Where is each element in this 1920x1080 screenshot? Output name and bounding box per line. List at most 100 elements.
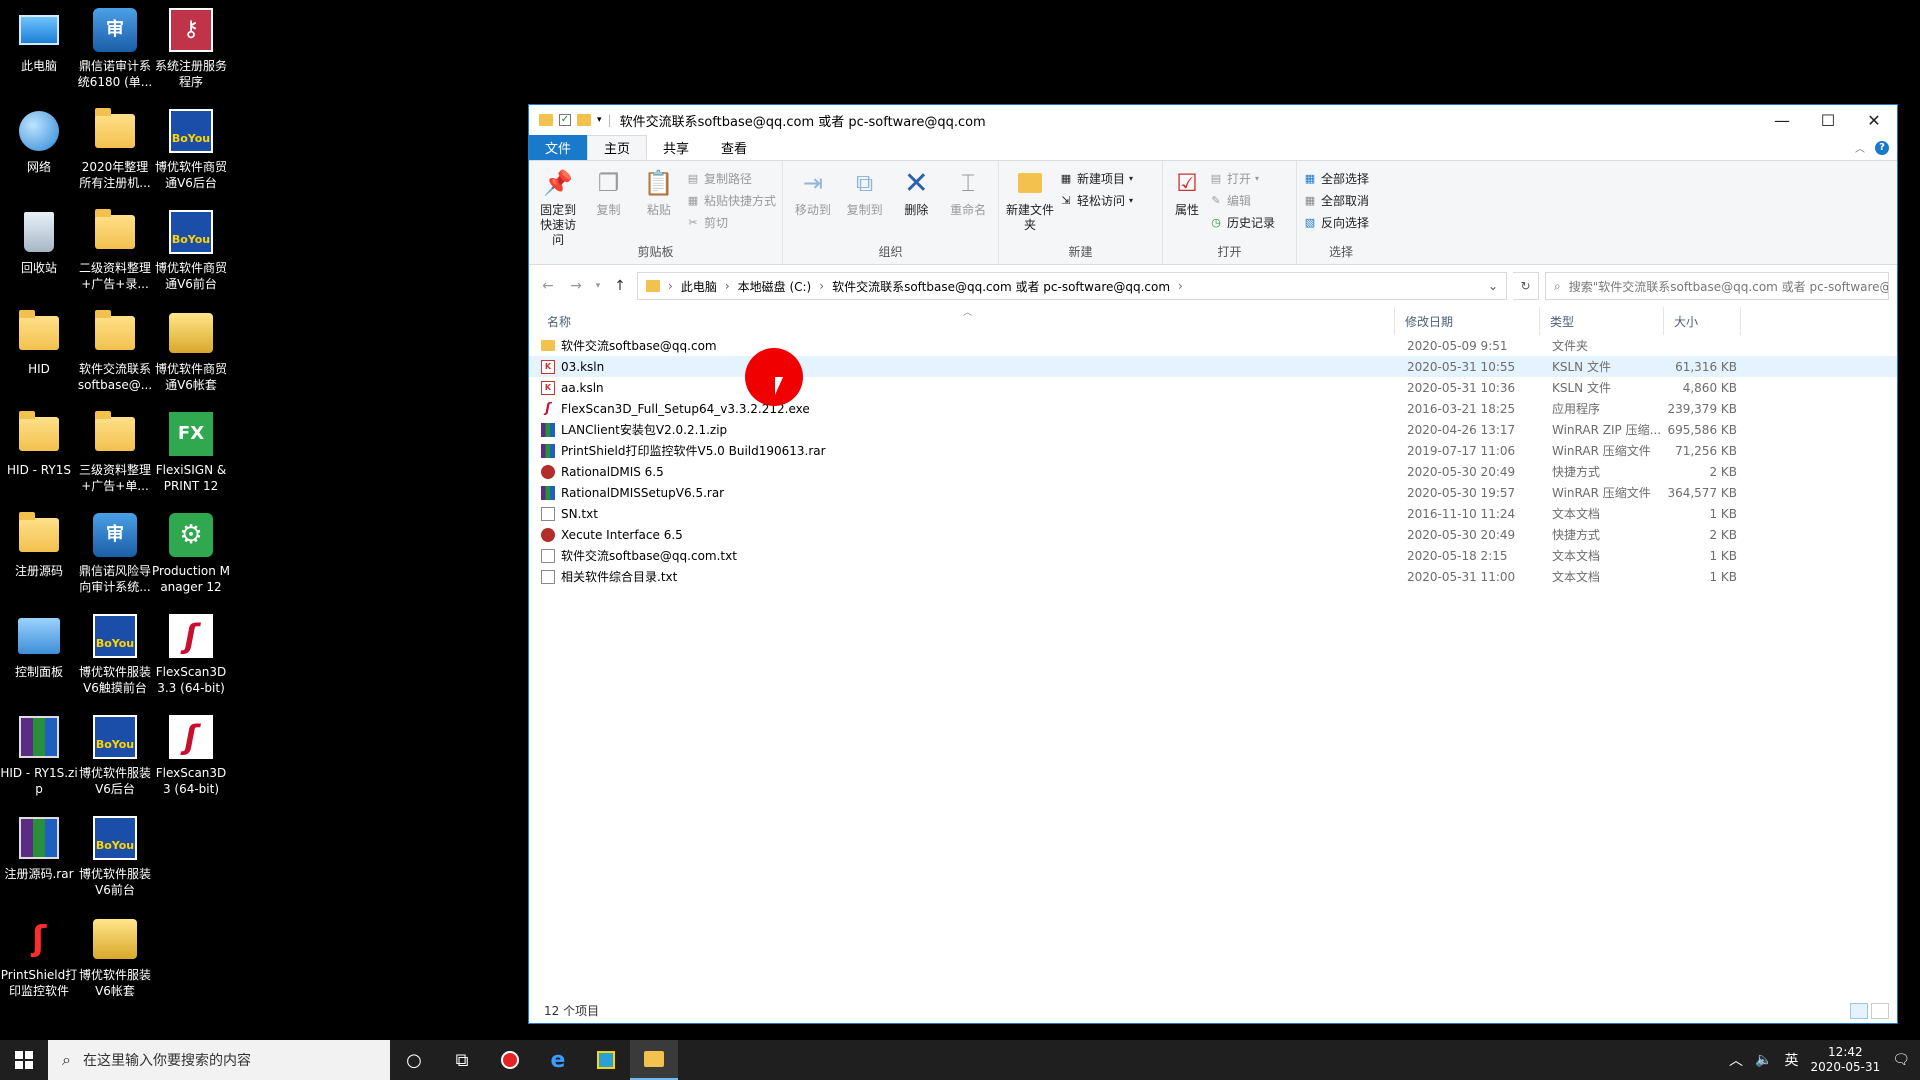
cut-button[interactable]: ✂ 剪切 bbox=[686, 213, 776, 231]
maximize-button[interactable]: ☐ bbox=[1805, 105, 1851, 135]
address-dropdown-chevron-icon[interactable]: ⌄ bbox=[1488, 279, 1498, 293]
desktop-icon[interactable]: 注册源码 bbox=[0, 505, 78, 601]
desktop-icon[interactable]: 软件交流联系softbase@... bbox=[76, 303, 154, 399]
address-bar[interactable]: › 此电脑 › 本地磁盘 (C:) › 软件交流联系softbase@qq.co… bbox=[637, 272, 1507, 300]
file-row[interactable]: SN.txt 2016-11-10 11:24 文本文档 1 KB bbox=[529, 503, 1897, 524]
desktop-icon[interactable]: HID - RY1S bbox=[0, 404, 78, 500]
minimize-button[interactable]: — bbox=[1759, 105, 1805, 135]
easy-access-button[interactable]: ⇲ 轻松访问 ▾ bbox=[1059, 191, 1133, 209]
file-row[interactable]: Kaa.ksln 2020-05-31 10:36 KSLN 文件 4,860 KB bbox=[529, 377, 1897, 398]
desktop-icon[interactable]: 三级资料整理+广告+单... bbox=[76, 404, 154, 500]
recent-locations-chevron-icon[interactable]: ▾ bbox=[593, 281, 603, 291]
help-icon[interactable]: ? bbox=[1875, 140, 1889, 155]
column-name[interactable]: 名称 bbox=[529, 307, 1395, 335]
file-name: 软件交流softbase@qq.com.txt bbox=[561, 549, 737, 563]
desktop-icon[interactable]: 博优软件服装V6帐套 bbox=[76, 909, 154, 1005]
desktop-icon[interactable]: BoYou 博优软件服装V6后台 bbox=[76, 707, 154, 803]
up-arrow-icon[interactable]: ↑ bbox=[609, 278, 631, 294]
desktop-icon[interactable]: 此电脑 bbox=[0, 0, 78, 96]
file-explorer-taskbar-icon[interactable] bbox=[630, 1040, 678, 1080]
close-button[interactable]: ✕ bbox=[1851, 105, 1897, 135]
title-bar[interactable]: ✓ ▾ | 软件交流联系softbase@qq.com 或者 pc-softwa… bbox=[529, 105, 1897, 135]
notification-center-icon[interactable]: 🗨 bbox=[1892, 1052, 1910, 1068]
start-button[interactable] bbox=[0, 1040, 48, 1080]
desktop-icon[interactable]: 控制面板 bbox=[0, 606, 78, 702]
tab-share[interactable]: 共享 bbox=[647, 135, 705, 160]
column-date[interactable]: 修改日期 bbox=[1395, 307, 1540, 335]
desktop-icon[interactable]: BoYou 博优软件服装V6前台 bbox=[76, 808, 154, 904]
volume-icon[interactable]: 🔈 bbox=[1755, 1052, 1772, 1068]
desktop-icon[interactable]: 回收站 bbox=[0, 202, 78, 298]
column-type[interactable]: 类型 bbox=[1540, 307, 1664, 335]
new-item-button[interactable]: ▦ 新建项目 ▾ bbox=[1059, 169, 1133, 187]
edit-button[interactable]: ✎ 编辑 bbox=[1209, 191, 1275, 209]
desktop-icon[interactable]: 注册源码.rar bbox=[0, 808, 78, 904]
file-row[interactable]: 软件交流softbase@qq.com 2020-05-09 9:51 文件夹 bbox=[529, 335, 1897, 356]
desktop-icon[interactable]: 审鼎信诺审计系统6180 (单... bbox=[76, 0, 154, 96]
edge-browser-icon[interactable]: e bbox=[534, 1040, 582, 1080]
file-row[interactable]: ʃ FlexScan3D_Full_Setup64_v3.3.2.212.exe 2… bbox=[529, 398, 1897, 419]
file-row[interactable]: Xecute Interface 6.5 2020-05-30 20:49 快捷方式… bbox=[529, 524, 1897, 545]
breadcrumb-local-disk[interactable]: 本地磁盘 (C:) bbox=[738, 278, 812, 295]
file-row[interactable]: 软件交流softbase@qq.com.txt 2020-05-18 2:15 文本… bbox=[529, 545, 1897, 566]
file-row[interactable]: K 03.ksln 2020-05-31 10:55 KSLN 文件 61,316 KB bbox=[529, 356, 1897, 377]
desktop-icon[interactable]: BoYou 博优软件商贸通V6前台 bbox=[152, 202, 230, 298]
new-folder-icon[interactable] bbox=[577, 114, 591, 126]
desktop-icon[interactable]: BoYou 博优软件服装V6触摸前台 bbox=[76, 606, 154, 702]
copy-to-icon: ⧉ bbox=[856, 168, 874, 197]
desktop-icon-label: Production Manager 12 bbox=[152, 564, 231, 594]
details-view-icon[interactable] bbox=[1850, 1003, 1868, 1019]
desktop-icon[interactable]: ⚙ Production Manager 12 bbox=[152, 505, 230, 601]
cortana-circle-icon[interactable]: ○ bbox=[390, 1040, 438, 1080]
screen-recorder-icon[interactable] bbox=[486, 1040, 534, 1080]
edit-icon: ✎ bbox=[1211, 193, 1221, 207]
file-row[interactable]: RationalDMISSetupV6.5.rar 2020-05-30 19:5… bbox=[529, 482, 1897, 503]
desktop-icon[interactable]: BoYou 博优软件商贸通V6后台 bbox=[152, 101, 230, 197]
breadcrumb-current-folder[interactable]: 软件交流联系softbase@qq.com 或者 pc-software@qq.… bbox=[832, 278, 1170, 295]
desktop-icon[interactable]: ʃ FlexScan3D 3.3 (64-bit) bbox=[152, 606, 230, 702]
app-window-icon[interactable] bbox=[582, 1040, 630, 1080]
task-view-icon[interactable]: ⧉ bbox=[438, 1040, 486, 1080]
desktop-icon[interactable]: HID - RY1S.zip bbox=[0, 707, 78, 803]
desktop-icon[interactable]: ʃ FlexScan3D 3 (64-bit) bbox=[152, 707, 230, 803]
open-button[interactable]: ▤ 打开 ▾ bbox=[1209, 169, 1275, 187]
file-row[interactable]: RationalDMIS 6.5 2020-05-30 20:49 快捷方式 2 KB bbox=[529, 461, 1897, 482]
paste-shortcut-button[interactable]: ▦ 粘贴快捷方式 bbox=[686, 191, 776, 209]
tab-home[interactable]: 主页 bbox=[587, 135, 648, 160]
file-type: 快捷方式 bbox=[1552, 465, 1601, 479]
select-none-button[interactable]: ▦ 全部取消 bbox=[1303, 191, 1369, 209]
tab-view[interactable]: 查看 bbox=[705, 135, 763, 160]
desktop-icon[interactable]: ⚷ 系统注册服务程序 bbox=[152, 0, 230, 96]
desktop-icon[interactable]: ʃ PrintShield打印监控软件 bbox=[0, 909, 78, 1005]
file-row[interactable]: 相关软件综合目录.txt 2020-05-31 11:00 文本文档 1 KB bbox=[529, 566, 1897, 587]
file-row[interactable]: PrintShield打印监控软件V5.0 Build190613.rar 201… bbox=[529, 440, 1897, 461]
tab-file[interactable]: 文件 bbox=[529, 135, 588, 160]
desktop-icon[interactable]: 二级资料整理+广告+录... bbox=[76, 202, 154, 298]
show-hidden-icons-chevron-icon[interactable]: ︿ bbox=[1729, 1050, 1743, 1070]
select-all-button[interactable]: ▦ 全部选择 bbox=[1303, 169, 1369, 187]
customize-dropdown-icon[interactable]: ▾ bbox=[597, 115, 602, 125]
clock[interactable]: 12:42 2020-05-31 bbox=[1810, 1045, 1880, 1075]
column-size[interactable]: 大小 bbox=[1664, 307, 1741, 335]
file-row[interactable]: LANClient安装包V2.0.2.1.zip 2020-04-26 13:17… bbox=[529, 419, 1897, 440]
breadcrumb-this-pc[interactable]: 此电脑 bbox=[681, 278, 717, 295]
copy-path-button[interactable]: ▤ 复制路径 bbox=[686, 169, 776, 187]
desktop-icon[interactable]: 博优软件商贸通V6帐套 bbox=[152, 303, 230, 399]
search-box[interactable]: ⌕ 搜索"软件交流联系softbase@qq.com 或者 pc-softwar… bbox=[1545, 272, 1889, 300]
forward-arrow-icon[interactable]: → bbox=[565, 278, 587, 294]
desktop-icon[interactable]: HID bbox=[0, 303, 78, 399]
ime-indicator[interactable]: 英 bbox=[1784, 1050, 1798, 1070]
large-icons-view-icon[interactable] bbox=[1871, 1003, 1889, 1019]
desktop-icon[interactable]: 网络 bbox=[0, 101, 78, 197]
desktop-icon[interactable]: 2020年整理所有注册机... bbox=[76, 101, 154, 197]
desktop-icon[interactable]: 审鼎信诺风险导向审计系统... bbox=[76, 505, 154, 601]
folder-icon bbox=[539, 114, 553, 126]
properties-check-icon[interactable]: ✓ bbox=[559, 114, 571, 126]
back-arrow-icon[interactable]: ← bbox=[537, 278, 559, 294]
refresh-button[interactable]: ↻ bbox=[1513, 272, 1539, 300]
taskbar-search[interactable]: ⌕ 在这里输入你要搜索的内容 bbox=[48, 1040, 390, 1080]
collapse-ribbon-icon[interactable]: ︿ bbox=[1855, 140, 1865, 155]
history-button[interactable]: ◷ 历史记录 bbox=[1209, 213, 1275, 231]
invert-selection-button[interactable]: ▧ 反向选择 bbox=[1303, 213, 1369, 231]
desktop-icon[interactable]: FX FlexiSIGN & PRINT 12 bbox=[152, 404, 230, 500]
